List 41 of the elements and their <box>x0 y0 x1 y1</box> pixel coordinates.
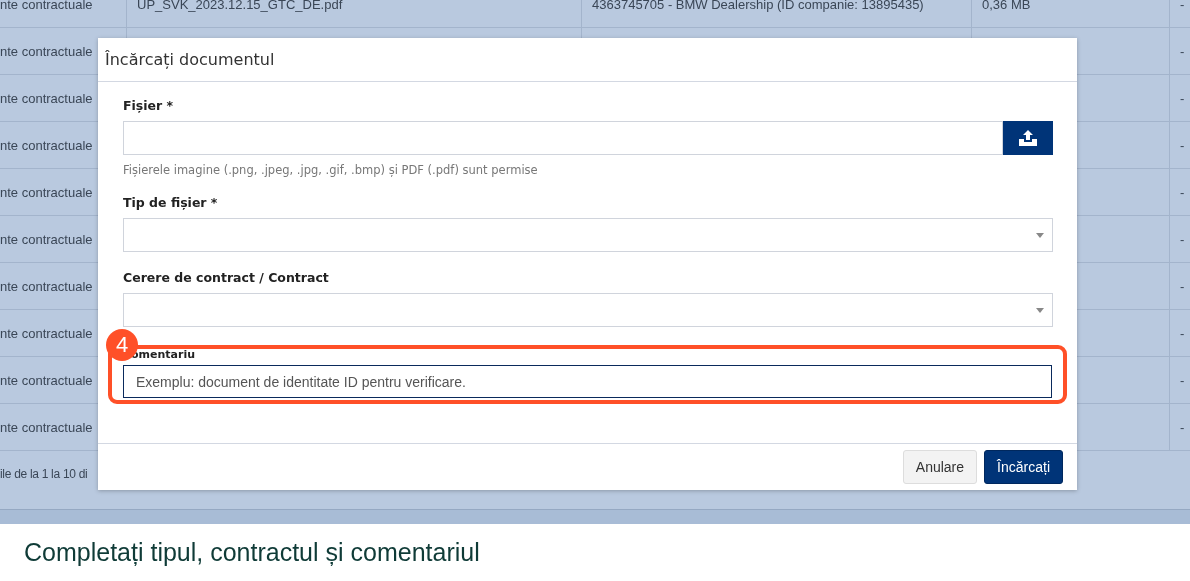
pagination-text: ile de la 1 la 10 di <box>0 466 88 481</box>
cancel-button[interactable]: Anulare <box>902 450 978 484</box>
table-cell: - <box>1180 90 1185 106</box>
table-cell: 0,36 MB <box>982 0 1031 12</box>
table-cell: nte contractuale <box>0 372 93 388</box>
field-label: Tip de fișier * <box>123 195 219 210</box>
upload-icon <box>1019 130 1037 146</box>
field-hint: Fișierele imagine (.png, .jpeg, .jpg, .gif, .bmp) și PDF (.pdf) sunt permise <box>123 163 539 177</box>
table-cell: - <box>1180 137 1185 153</box>
caret-icon <box>1036 307 1044 313</box>
dialog-title: Încărcați documentul <box>105 50 275 69</box>
table-cell: - <box>1180 419 1185 435</box>
table-cell: nte contractuale <box>0 184 93 200</box>
table-cell: - <box>1180 0 1185 12</box>
table-cell: nte contractuale <box>0 0 93 12</box>
upload-button[interactable] <box>1003 121 1053 155</box>
dropdown-field[interactable] <box>123 293 1053 327</box>
table-cell: nte contractuale <box>0 231 93 247</box>
field-label: Cerere de contract / Contract <box>123 270 330 285</box>
dropdown-field[interactable] <box>123 218 1053 252</box>
caption: Completați tipul, contractul și comentariul <box>24 538 480 567</box>
upload-button[interactable]: Încărcați <box>984 450 1063 484</box>
file-input[interactable] <box>123 121 1003 155</box>
table-cell: nte contractuale <box>0 278 93 294</box>
table-cell: nte contractuale <box>0 43 93 59</box>
table-cell: nte contractuale <box>0 325 93 341</box>
table-cell: - <box>1180 184 1185 200</box>
table-cell: - <box>1180 231 1185 247</box>
table-cell: - <box>1180 372 1185 388</box>
field-label: omentariu <box>131 349 197 361</box>
table-cell: nte contractuale <box>0 419 93 435</box>
table-cell: - <box>1180 325 1185 341</box>
table-cell: - <box>1180 43 1185 59</box>
table-cell: 4363745705 - BMW Dealership (ID companie: 13895435) <box>592 0 924 12</box>
table-cell: nte contractuale <box>0 90 93 106</box>
comment-field[interactable]: Exemplu: document de identitate ID pentru verificare. <box>123 365 1052 398</box>
table-cell: UP_SVK_2023.12.15_GTC_DE.pdf <box>137 0 343 12</box>
table-cell: nte contractuale <box>0 137 93 153</box>
field-label: Fișier * <box>123 98 175 113</box>
table-cell: - <box>1180 278 1185 294</box>
caret-icon <box>1036 232 1044 238</box>
